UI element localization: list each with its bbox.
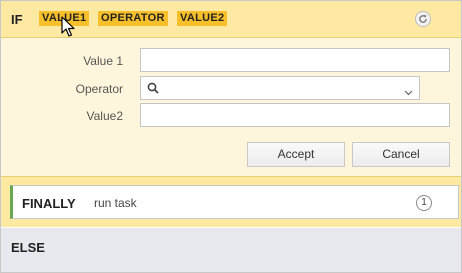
accept-button[interactable]: Accept — [247, 142, 345, 167]
chip-operator[interactable]: OPERATOR — [98, 11, 168, 26]
if-header[interactable]: IF VALUE1 OPERATOR VALUE2 — [1, 1, 461, 38]
if-label: IF — [11, 12, 23, 27]
value1-label: Value 1 — [83, 54, 123, 68]
value2-input[interactable] — [140, 103, 450, 127]
finally-block[interactable]: FINALLY run task 1 — [10, 185, 459, 219]
value2-label: Value2 — [86, 109, 123, 123]
rule-editor: IF VALUE1 OPERATOR VALUE2 Value 1 Operat… — [0, 0, 462, 273]
finally-action: run task — [94, 196, 137, 210]
count-badge: 1 — [416, 195, 432, 211]
search-icon — [147, 82, 159, 97]
value1-input[interactable] — [140, 48, 450, 72]
refresh-icon[interactable] — [414, 10, 432, 28]
chevron-down-icon — [404, 85, 413, 99]
finally-label: FINALLY — [22, 196, 76, 211]
operator-label: Operator — [75, 82, 123, 96]
finally-section: FINALLY run task 1 — [1, 177, 461, 227]
chip-value1[interactable]: VALUE1 — [39, 11, 90, 26]
else-label: ELSE — [11, 240, 45, 255]
chip-value2[interactable]: VALUE2 — [177, 11, 228, 26]
else-block[interactable]: ELSE — [1, 228, 461, 272]
condition-form: Value 1 Operator Value2 Accept Cancel — [1, 38, 461, 177]
operator-select[interactable] — [140, 76, 420, 100]
cancel-button[interactable]: Cancel — [352, 142, 450, 167]
